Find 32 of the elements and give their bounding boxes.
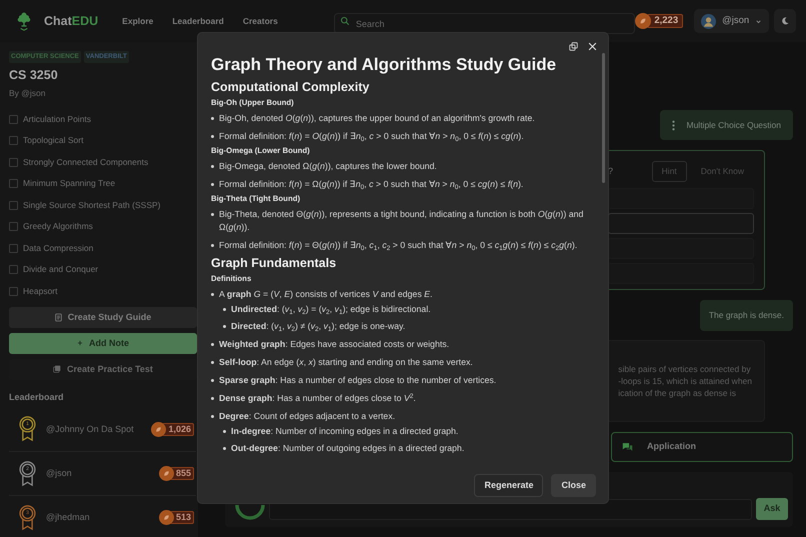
guide-text: Directed: (v$_{1}$, v$_{2}$) ≠ (v$_{2}$, v$_{1}$); edge is one-way.	[231, 320, 406, 333]
guide-text: Big-Omega, denoted Ω(g(n)), captures the lower bound.	[219, 160, 437, 173]
guide-text: Big-Oh, denoted O(g(n)), captures the upper bound of an algorithm's growth rate.	[219, 112, 535, 125]
guide-text: Undirected: (v$_{1}$, v$_{2}$) = (v$_{2}$, v$_{1}$); edge is bidirectional.	[231, 303, 431, 316]
guide-text: Out-degree: Number of outgoing edges in a directed graph.	[231, 442, 464, 455]
course-author: By @json	[9, 86, 47, 100]
points-badge: 1,026	[162, 422, 194, 436]
guide-text: Self-loop: An edge (x, x) starting and ending on the same vertex.	[219, 356, 473, 369]
guide-text: In-degree: Number of incoming edges in a directed graph.	[231, 425, 458, 438]
guide-text: Weighted graph: Edges have associated costs or weights.	[219, 338, 450, 351]
explanation-text: -loops is 15, which is attained when	[618, 375, 752, 387]
guide-text: Formal definition: f(n) = O(g(n)) if ∃n$_{0}$, c > 0 such that ∀n > n$_{0}$, 0 ≤ f(n) ≤ cg(n).	[219, 130, 524, 143]
guide-text: Formal definition: f(n) = Ω(g(n)) if ∃n$_{0}$, c > 0 such that ∀n > n$_{0}$, 0 ≤ cg(n) ≤ f(n).	[219, 178, 524, 191]
section-heading: Graph Fundamentals	[211, 256, 338, 271]
section-title: Leaderboard	[9, 390, 65, 404]
leaderboard-name: @json	[46, 467, 72, 480]
explanation-text: sible pairs of vertices connected by	[618, 363, 752, 375]
dialog-title: Graph Theory and Algorithms Study Guide	[211, 54, 558, 76]
leaderboard-name: @jhedman	[46, 511, 90, 524]
guide-text: A graph G = (V, E) consists of vertices V and edges E.	[219, 288, 432, 301]
course-title: CS 3250	[9, 66, 59, 84]
answer-bubble: The graph is dense.	[700, 300, 793, 331]
guide-text: Sparse graph: Has a number of edges close to the number of vertices.	[219, 374, 496, 387]
coin-count: 2,223	[647, 14, 684, 28]
guide-text: Big-Theta, denoted Θ(g(n)), represents a tight bound, indicating a function is both O(g(n)) and Ω(g(n)).	[219, 208, 584, 234]
guide-text: Dense graph: Has a number of edges close to V$^{2}$.	[219, 392, 416, 405]
message-bubble: Multiple Choice Question	[660, 110, 793, 140]
explanation-text: ication of the graph as dense is	[618, 387, 737, 399]
guide-text: Formal definition: f(n) = Θ(g(n)) if ∃n$_{0}$, c$_{1}$, c$_{2}$ > 0 such that ∀n > n$_{0}$, 0 ≤ c$_{1}$g(n) ≤ f(n) ≤ c$_{2}$g(n).	[219, 239, 578, 252]
guide-text: Degree: Count of edges adjacent to a vertex.	[219, 410, 396, 423]
section-heading: Computational Complexity	[211, 80, 370, 95]
leaderboard-name: @Johnny On Da Spot	[46, 422, 134, 436]
